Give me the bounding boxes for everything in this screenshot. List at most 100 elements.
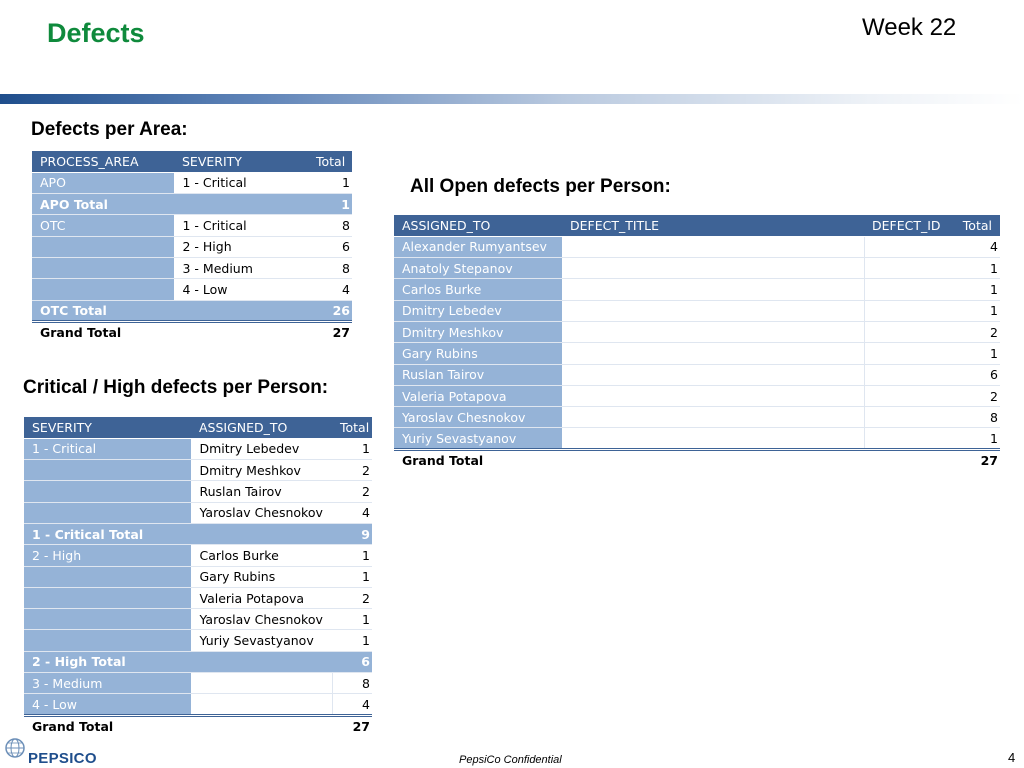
- subtotal-value: 1: [308, 193, 352, 216]
- total-cell: 8: [308, 257, 352, 280]
- total-cell: 2: [952, 321, 1000, 344]
- column-header: SEVERITY: [174, 151, 308, 173]
- total-cell: 1: [332, 544, 372, 567]
- confidential-footer: PepsiCo Confidential: [459, 754, 562, 766]
- person-label: Gary Rubins: [394, 342, 563, 365]
- severity-cell: 3 - Medium: [174, 257, 308, 280]
- person-cell: Dmitry Meshkov: [191, 459, 332, 482]
- person-cell: Ruslan Tairov: [191, 480, 332, 503]
- table-row: 4 - Low 4: [32, 278, 352, 301]
- row-label-otc: OTC: [32, 214, 175, 237]
- table-header-row: ASSIGNED_TO DEFECT_TITLE DEFECT_ID Total: [394, 215, 1000, 237]
- column-header: Total: [952, 215, 1000, 237]
- person-label: Anatoly Stepanov: [394, 257, 563, 280]
- total-cell: 8: [332, 672, 372, 695]
- week-label: Week 22: [862, 14, 957, 41]
- critical-heading: Critical / High defects per Person:: [23, 377, 329, 398]
- total-cell: 4: [308, 278, 352, 301]
- total-cell: 2: [332, 459, 372, 482]
- row-label-critical: 1 - Critical: [24, 438, 192, 461]
- person-label: Dmitry Meshkov: [394, 321, 563, 344]
- open-pivot-table: ASSIGNED_TO DEFECT_TITLE DEFECT_ID Total…: [394, 215, 1000, 471]
- grand-total-row: Grand Total 27: [32, 319, 352, 343]
- person-label: Carlos Burke: [394, 278, 563, 301]
- subtotal-row: OTC Total 26: [32, 300, 352, 322]
- total-cell: 1: [332, 566, 372, 588]
- logo-wordmark: PEPSICO: [28, 750, 97, 767]
- table-row: 4 - Low 4: [24, 693, 372, 716]
- table-header-row: PROCESS_AREA SEVERITY Total: [32, 151, 352, 173]
- total-cell: 1: [952, 278, 1000, 301]
- page-number: 4: [1008, 750, 1016, 765]
- table-row: 2 - High 6: [32, 236, 352, 258]
- table-row: OTC 1 - Critical 8: [32, 214, 352, 237]
- table-row: Gary Rubins 1: [24, 566, 372, 588]
- row-label-high: 2 - High: [24, 544, 192, 567]
- table-row: Yaroslav Chesnokov 8: [394, 406, 1000, 429]
- grand-total-label: Grand Total: [32, 319, 174, 343]
- table-row: Carlos Burke 1: [394, 278, 1000, 301]
- table-row: 2 - High Carlos Burke 1: [24, 544, 372, 567]
- person-cell: Yaroslav Chesnokov: [191, 608, 332, 631]
- grand-total-row: Grand Total 27: [24, 713, 372, 737]
- table-row: Anatoly Stepanov 1: [394, 257, 1000, 280]
- table-row: Valeria Potapova 2: [394, 385, 1000, 408]
- total-cell: 8: [952, 406, 1000, 429]
- grand-total-value: 27: [332, 713, 372, 737]
- table-row: Dmitry Meshkov 2: [24, 459, 372, 482]
- row-label-medium: 3 - Medium: [24, 672, 192, 695]
- table-row: 1 - Critical Dmitry Lebedev 1: [24, 438, 372, 461]
- subtotal-label: APO Total: [32, 193, 174, 216]
- subtotal-value: 6: [332, 651, 372, 674]
- column-header: ASSIGNED_TO: [191, 417, 332, 439]
- table-header-row: SEVERITY ASSIGNED_TO Total: [24, 417, 372, 439]
- table-row: Gary Rubins 1: [394, 342, 1000, 365]
- total-cell: 2: [332, 480, 372, 503]
- row-label-apo: APO: [32, 172, 175, 195]
- person-label: Dmitry Lebedev: [394, 300, 563, 322]
- row-label-low: 4 - Low: [24, 693, 192, 716]
- total-cell: 4: [332, 693, 372, 716]
- subtotal-label: 1 - Critical Total: [24, 523, 191, 546]
- total-cell: 2: [332, 587, 372, 610]
- total-cell: 1: [952, 427, 1000, 450]
- grand-total-label: Grand Total: [24, 713, 191, 737]
- column-header: DEFECT_TITLE: [562, 215, 864, 237]
- grand-total-value: 27: [308, 319, 352, 343]
- subtotal-value: 26: [308, 300, 352, 322]
- person-label: Ruslan Tairov: [394, 364, 563, 386]
- total-cell: 6: [952, 364, 1000, 386]
- table-row: Yuriy Sevastyanov 1: [394, 427, 1000, 450]
- table-row: Dmitry Meshkov 2: [394, 321, 1000, 344]
- person-cell: Valeria Potapova: [191, 587, 332, 610]
- total-cell: 1: [952, 257, 1000, 280]
- severity-cell: 1 - Critical: [174, 172, 308, 195]
- table-row: Dmitry Lebedev 1: [394, 300, 1000, 322]
- person-cell: Gary Rubins: [191, 566, 332, 588]
- area-pivot-table: PROCESS_AREA SEVERITY Total APO 1 - Crit…: [32, 151, 352, 343]
- total-cell: 1: [308, 172, 352, 195]
- open-heading: All Open defects per Person:: [410, 176, 671, 197]
- grand-total-label: Grand Total: [394, 447, 562, 471]
- column-header: Total: [332, 417, 372, 439]
- total-cell: 6: [308, 236, 352, 258]
- column-header: PROCESS_AREA: [32, 151, 174, 173]
- slide-title: Defects: [47, 18, 145, 48]
- total-cell: 8: [308, 214, 352, 237]
- severity-cell: 2 - High: [174, 236, 308, 258]
- column-header: SEVERITY: [24, 417, 191, 439]
- subtotal-row: 1 - Critical Total 9: [24, 523, 372, 546]
- column-header: Total: [308, 151, 352, 173]
- column-header: DEFECT_ID: [864, 215, 952, 237]
- person-cell: Dmitry Lebedev: [191, 438, 332, 461]
- subtotal-value: 9: [332, 523, 372, 546]
- table-row: Ruslan Tairov 2: [24, 480, 372, 503]
- person-cell: Yaroslav Chesnokov: [191, 502, 332, 524]
- column-header: ASSIGNED_TO: [394, 215, 562, 237]
- person-label: Yaroslav Chesnokov: [394, 406, 563, 429]
- header-gradient-bar: [0, 94, 1024, 104]
- person-cell: Carlos Burke: [191, 544, 332, 567]
- total-cell: 2: [952, 385, 1000, 408]
- severity-cell: 4 - Low: [174, 278, 308, 301]
- table-row: APO 1 - Critical 1: [32, 172, 352, 195]
